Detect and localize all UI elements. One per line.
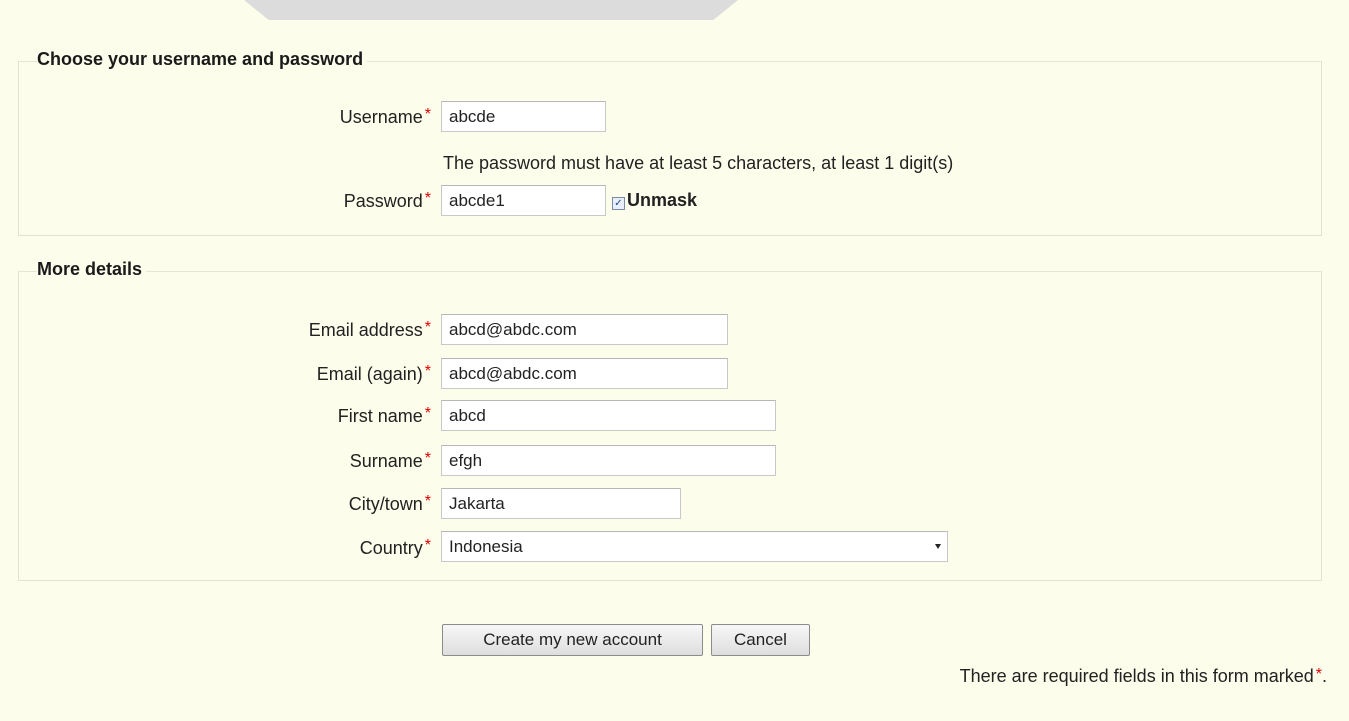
unmask-checkbox-control[interactable]: ✓ Unmask	[612, 190, 697, 211]
password-label-text: Password	[343, 191, 423, 211]
create-account-button[interactable]: Create my new account	[442, 624, 703, 656]
email-again-label: Email (again) *	[31, 357, 431, 393]
city-label-text: City/town	[348, 494, 423, 514]
required-marker: *	[424, 106, 431, 123]
required-fields-note-text: There are required fields in this form m…	[959, 666, 1314, 686]
required-marker: *	[424, 537, 431, 554]
country-select-value: Indonesia	[449, 537, 523, 556]
password-help-text: The password must have at least 5 charac…	[443, 153, 954, 173]
unmask-label: Unmask	[627, 190, 698, 210]
details-section-title: More details	[37, 259, 147, 280]
firstname-label: First name *	[31, 399, 431, 435]
required-marker: *	[424, 190, 431, 207]
surname-label: Surname *	[31, 444, 431, 480]
required-fields-note-end: .	[1321, 666, 1327, 686]
account-section: Choose your username and password Userna…	[18, 49, 1322, 236]
surname-label-text: Surname	[349, 451, 423, 471]
account-section-title: Choose your username and password	[37, 49, 368, 70]
firstname-input[interactable]: abcd	[441, 400, 776, 431]
password-input[interactable]: abcde1	[441, 185, 606, 216]
username-label: Username *	[31, 100, 431, 136]
surname-input[interactable]: efgh	[441, 445, 776, 476]
required-fields-note: There are required fields in this form m…	[960, 666, 1327, 687]
city-input[interactable]: Jakarta	[441, 488, 681, 519]
required-marker: *	[424, 405, 431, 422]
required-marker: *	[1315, 666, 1322, 683]
country-label-text: Country	[359, 538, 423, 558]
password-label: Password *	[31, 184, 431, 220]
unmask-checkbox[interactable]: ✓	[612, 197, 625, 210]
country-label: Country *	[31, 531, 431, 567]
required-marker: *	[424, 319, 431, 336]
cancel-button[interactable]: Cancel	[711, 624, 810, 656]
email-input[interactable]: abcd@abdc.com	[441, 314, 728, 345]
email-label-text: Email address	[308, 320, 423, 340]
required-marker: *	[424, 493, 431, 510]
email-again-label-text: Email (again)	[316, 364, 423, 384]
email-label: Email address *	[31, 313, 431, 349]
email-again-input[interactable]: abcd@abdc.com	[441, 358, 728, 389]
chevron-down-icon	[935, 544, 941, 549]
city-label: City/town *	[31, 487, 431, 523]
header-tab-shape	[244, 0, 738, 20]
required-marker: *	[424, 450, 431, 467]
details-section: More details Email address * abcd@abdc.co…	[18, 259, 1322, 581]
country-select[interactable]: Indonesia	[441, 531, 948, 562]
firstname-label-text: First name	[337, 406, 423, 426]
required-marker: *	[424, 363, 431, 380]
username-label-text: Username	[339, 107, 423, 127]
username-input[interactable]: abcde	[441, 101, 606, 132]
